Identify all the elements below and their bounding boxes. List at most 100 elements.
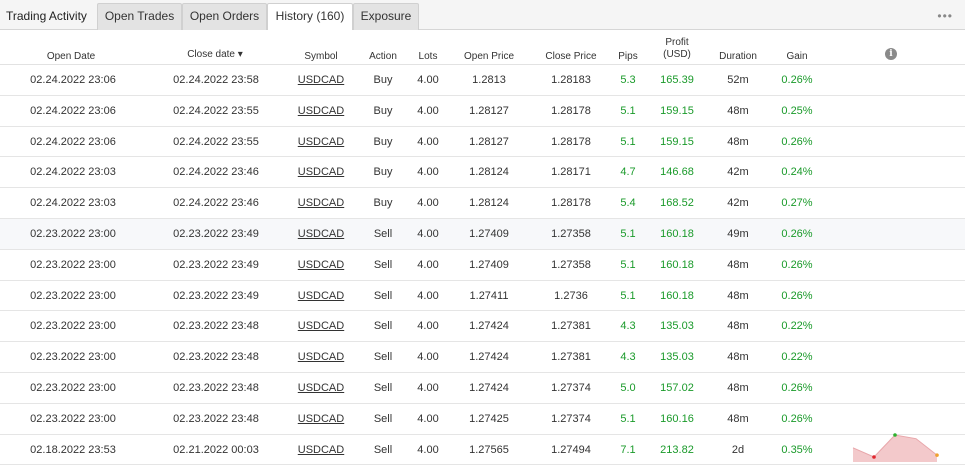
- table-row[interactable]: 02.23.2022 23:00 02.23.2022 23:49 USDCAD Se…: [0, 280, 965, 312]
- cell-open-price: 1.27409: [469, 227, 509, 240]
- table-row[interactable]: 02.24.2022 23:06 02.24.2022 23:55 USDCAD Bu…: [0, 126, 965, 158]
- table-row[interactable]: 02.24.2022 23:06 02.24.2022 23:58 USDCAD Bu…: [0, 65, 965, 96]
- cell-open-price: 1.27565: [469, 443, 509, 456]
- cell-pips: 4.3: [620, 351, 636, 364]
- cell-profit: 135.03: [660, 351, 694, 364]
- cell-close-price: 1.27358: [551, 258, 591, 271]
- tab-bar: Trading Activity Open Trades Open Orders…: [0, 0, 965, 31]
- cell-close-date: 02.24.2022 23:46: [173, 197, 259, 210]
- tab-open-orders[interactable]: Open Orders: [182, 3, 267, 30]
- table-row[interactable]: 02.24.2022 23:03 02.24.2022 23:46 USDCAD Bu…: [0, 157, 965, 189]
- table-row[interactable]: 02.23.2022 23:00 02.23.2022 23:48 USDCAD Se…: [0, 311, 965, 343]
- cell-duration: 49m: [727, 227, 749, 240]
- trade-history-table: 02.24.2022 23:06 02.24.2022 23:58 USDCAD Bu…: [0, 65, 965, 466]
- cell-duration: 48m: [727, 104, 749, 117]
- cell-action: Buy: [373, 135, 393, 148]
- cell-close-date: 02.23.2022 23:48: [173, 381, 259, 394]
- table-row[interactable]: 02.23.2022 23:00 02.23.2022 23:48 USDCAD Se…: [0, 372, 965, 404]
- cell-gain: 0.26%: [781, 258, 813, 271]
- more-options-icon[interactable]: •••: [937, 9, 953, 23]
- cell-close-price: 1.27374: [551, 412, 591, 425]
- cell-symbol[interactable]: USDCAD: [295, 311, 347, 341]
- cell-close-price: 1.28178: [551, 135, 591, 148]
- cell-symbol[interactable]: USDCAD: [295, 373, 347, 403]
- cell-symbol[interactable]: USDCAD: [295, 342, 347, 372]
- table-row[interactable]: 02.23.2022 23:00 02.23.2022 23:49 USDCAD Se…: [0, 218, 965, 250]
- cell-symbol[interactable]: USDCAD: [295, 65, 347, 95]
- cell-duration: 48m: [727, 381, 749, 394]
- cell-open-date: 02.23.2022 23:00: [30, 320, 116, 333]
- info-icon[interactable]: i: [885, 48, 897, 60]
- cell-close-date: 02.23.2022 23:48: [173, 412, 259, 425]
- col-close-price[interactable]: Close Price: [538, 51, 604, 63]
- cell-symbol[interactable]: USDCAD: [295, 250, 347, 280]
- cell-lots: 4.00: [417, 351, 439, 364]
- cell-action: Buy: [373, 166, 393, 179]
- cell-symbol[interactable]: USDCAD: [295, 157, 347, 187]
- cell-open-date: 02.18.2022 23:53: [30, 443, 116, 456]
- cell-close-date: 02.24.2022 23:55: [173, 135, 259, 148]
- cell-pips: 7.1: [620, 443, 636, 456]
- cell-profit: 160.18: [660, 227, 694, 240]
- cell-symbol[interactable]: USDCAD: [295, 219, 347, 249]
- cell-action: Sell: [373, 381, 393, 394]
- col-open-price[interactable]: Open Price: [456, 51, 522, 63]
- table-row[interactable]: 02.23.2022 23:00 02.23.2022 23:49 USDCAD Se…: [0, 249, 965, 281]
- cell-profit: 159.15: [660, 135, 694, 148]
- cell-symbol[interactable]: USDCAD: [295, 435, 347, 465]
- cell-close-date: 02.23.2022 23:48: [173, 351, 259, 364]
- col-action[interactable]: Action: [362, 51, 404, 63]
- col-gain[interactable]: Gain: [780, 51, 814, 63]
- col-close-date[interactable]: Close date ▾: [170, 49, 260, 61]
- table-header: Open Date Close date ▾ Symbol Action Lot…: [0, 30, 965, 65]
- cell-close-date: 02.24.2022 23:58: [173, 74, 259, 86]
- cell-close-price: 1.2736: [554, 289, 588, 302]
- col-pips[interactable]: Pips: [613, 51, 643, 63]
- cell-close-price: 1.28171: [551, 166, 591, 179]
- cell-duration: 42m: [727, 197, 749, 210]
- col-duration[interactable]: Duration: [712, 51, 764, 63]
- cell-profit: 159.15: [660, 104, 694, 117]
- tab-exposure[interactable]: Exposure: [353, 3, 419, 30]
- tab-history[interactable]: History (160): [267, 3, 353, 31]
- cell-open-price: 1.27424: [469, 381, 509, 394]
- cell-lots: 4.00: [417, 381, 439, 394]
- cell-close-date: 02.24.2022 23:46: [173, 166, 259, 179]
- cell-open-date: 02.23.2022 23:00: [30, 227, 116, 240]
- cell-profit: 160.16: [660, 412, 694, 425]
- cell-symbol[interactable]: USDCAD: [295, 96, 347, 126]
- table-row[interactable]: 02.18.2022 23:53 02.21.2022 00:03 USDCAD Se…: [0, 434, 965, 466]
- cell-gain: 0.24%: [781, 166, 813, 179]
- tab-open-trades[interactable]: Open Trades: [97, 3, 182, 30]
- table-row[interactable]: 02.24.2022 23:06 02.24.2022 23:55 USDCAD Bu…: [0, 95, 965, 127]
- cell-action: Sell: [373, 289, 393, 302]
- cell-lots: 4.00: [417, 258, 439, 271]
- cell-symbol[interactable]: USDCAD: [295, 188, 347, 218]
- table-row[interactable]: 02.23.2022 23:00 02.23.2022 23:48 USDCAD Se…: [0, 342, 965, 373]
- cell-close-price: 1.27374: [551, 381, 591, 394]
- cell-duration: 42m: [727, 166, 749, 179]
- cell-duration: 48m: [727, 320, 749, 333]
- col-profit[interactable]: Profit (USD): [655, 37, 699, 61]
- cell-symbol[interactable]: USDCAD: [295, 281, 347, 311]
- cell-duration: 52m: [727, 74, 749, 86]
- cell-duration: 2d: [731, 443, 745, 456]
- cell-pips: 5.1: [620, 412, 636, 425]
- table-row[interactable]: 02.24.2022 23:03 02.24.2022 23:46 USDCAD Bu…: [0, 188, 965, 219]
- col-profit-label: Profit: [665, 37, 689, 48]
- table-row[interactable]: 02.23.2022 23:00 02.23.2022 23:48 USDCAD Se…: [0, 403, 965, 435]
- cell-gain: 0.26%: [781, 74, 813, 86]
- cell-pips: 5.1: [620, 227, 636, 240]
- col-lots[interactable]: Lots: [411, 51, 445, 63]
- cell-pips: 5.1: [620, 289, 636, 302]
- col-open-date[interactable]: Open Date: [30, 51, 112, 63]
- cell-action: Buy: [373, 104, 393, 117]
- cell-action: Sell: [373, 227, 393, 240]
- cell-action: Sell: [373, 443, 393, 456]
- col-symbol[interactable]: Symbol: [295, 51, 347, 63]
- cell-symbol[interactable]: USDCAD: [295, 404, 347, 434]
- cell-lots: 4.00: [417, 227, 439, 240]
- sparkline-area: [853, 435, 937, 462]
- cell-profit: 213.82: [660, 443, 694, 456]
- cell-symbol[interactable]: USDCAD: [295, 127, 347, 157]
